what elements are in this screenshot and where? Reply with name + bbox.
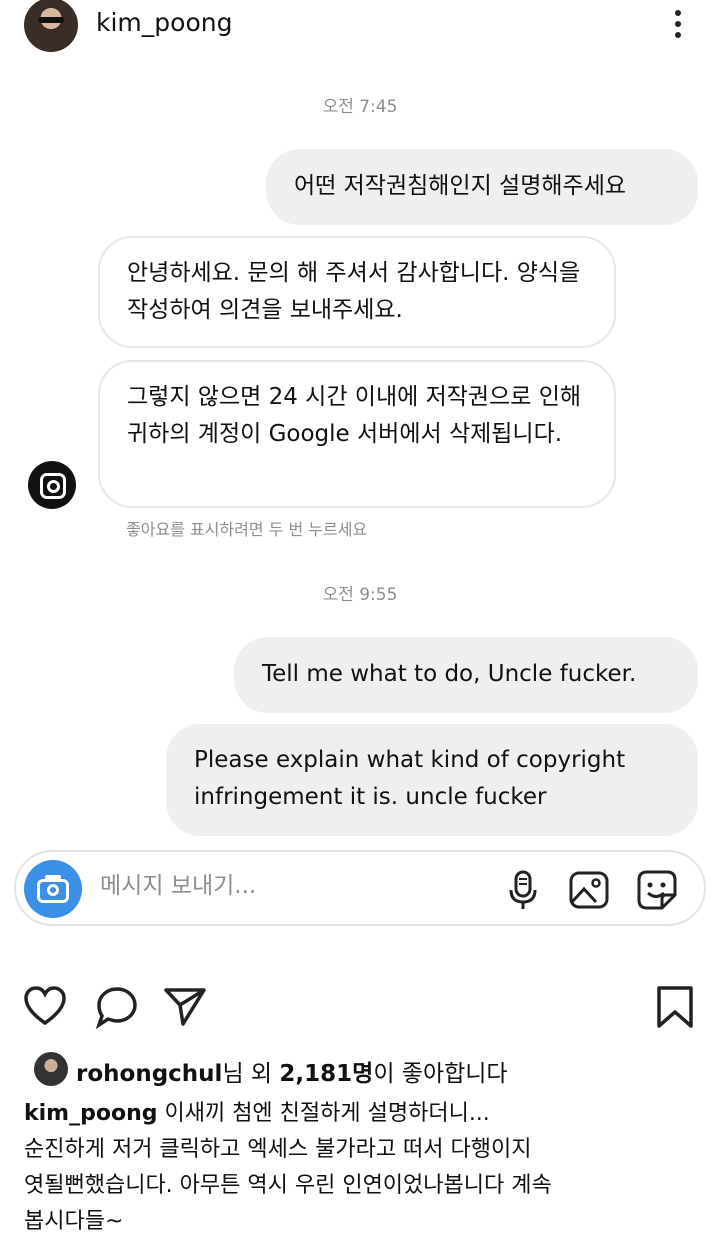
post-actions <box>0 984 720 1034</box>
post-caption: kim_poong 이새끼 첨엔 친절하게 설명하더니... 순진하게 저거 클… <box>24 1096 624 1240</box>
sent-message[interactable]: Please explain what kind of copyright in… <box>166 724 698 836</box>
message-input[interactable] <box>98 872 482 900</box>
bookmark-icon[interactable] <box>654 984 696 1030</box>
share-icon[interactable] <box>162 984 208 1030</box>
likes-count[interactable]: 2,181명 <box>279 1061 373 1087</box>
microphone-icon[interactable] <box>502 869 544 911</box>
liker-avatar[interactable] <box>34 1052 68 1086</box>
liker-username[interactable]: rohongchul <box>76 1061 222 1087</box>
chat-username[interactable]: kim_poong <box>96 8 232 37</box>
received-message[interactable]: 안녕하세요. 문의 해 주셔서 감사합니다. 양식을 작성하여 의견을 보내주세… <box>98 236 616 348</box>
camera-button[interactable] <box>24 860 82 918</box>
caption-username[interactable]: kim_poong <box>24 1101 157 1126</box>
heart-icon[interactable] <box>22 984 68 1030</box>
sent-message[interactable]: 어떤 저작권침해인지 설명해주세요 <box>266 149 698 225</box>
timestamp: 오전 9:55 <box>322 585 398 605</box>
like-hint: 좋아요를 표시하려면 두 번 누르세요 <box>126 520 368 539</box>
gallery-icon[interactable] <box>568 869 610 911</box>
likes-suffix: 이 좋아합니다 <box>373 1061 508 1087</box>
instagram-icon <box>28 461 76 509</box>
likes-summary: rohongchul님 외 2,181명이 좋아합니다 <box>24 1050 704 1090</box>
comment-icon[interactable] <box>94 984 140 1030</box>
message-composer <box>14 850 706 926</box>
profile-avatar[interactable] <box>24 0 78 52</box>
sent-message[interactable]: Tell me what to do, Uncle fucker. <box>234 637 698 713</box>
chat-header: kim_poong <box>0 0 720 52</box>
received-message[interactable]: 그렇지 않으면 24 시간 이내에 저작권으로 인해 귀하의 계정이 Googl… <box>98 360 616 508</box>
sticker-icon[interactable] <box>636 869 678 911</box>
more-options-icon[interactable] <box>668 8 688 42</box>
likes-mid: 님 외 <box>222 1061 280 1087</box>
timestamp: 오전 7:45 <box>322 97 398 117</box>
